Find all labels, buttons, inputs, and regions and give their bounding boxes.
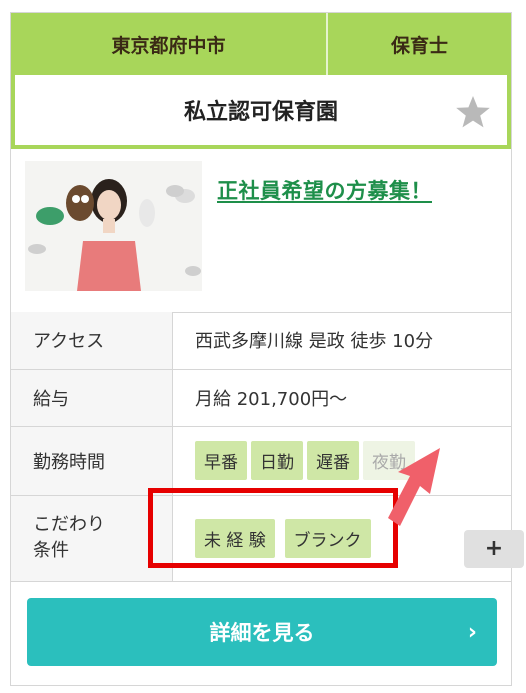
hours-label: 勤務時間 <box>11 426 173 496</box>
job-type-label: 保育士 <box>390 34 448 57</box>
job-card: 東京都府中市 保育士 私立認可保育園 正社員希望の方募集！ アクセス 西武多摩川… <box>10 12 524 686</box>
feature-tag-blank: ブランク <box>284 518 371 558</box>
hours-tag-day: 日勤 <box>251 441 303 480</box>
features-label-line2: 条件 <box>33 540 69 561</box>
title-box: 私立認可保育園 <box>11 75 511 149</box>
access-value: 西武多摩川線 是政 徒歩 10分 <box>172 312 511 370</box>
feature-tag-inexperienced: 未 経 験 <box>195 518 275 558</box>
info-row-access: アクセス 西武多摩川線 是政 徒歩 10分 <box>11 312 511 370</box>
location-label: 東京都府中市 <box>111 34 226 57</box>
view-details-label: 詳細を見る <box>209 621 315 645</box>
intro-section: 正社員希望の方募集！ <box>11 149 511 313</box>
salary-label: 給与 <box>11 369 173 427</box>
more-features-button[interactable]: + <box>464 529 524 568</box>
hours-tag-late: 遅番 <box>307 441 359 480</box>
job-headline-link[interactable]: 正社員希望の方募集！ <box>217 175 432 205</box>
salary-value: 月給 201,700円～ <box>172 369 511 427</box>
favorite-star-icon[interactable] <box>455 95 491 129</box>
info-row-salary: 給与 月給 201,700円～ <box>11 369 511 427</box>
chevron-right-icon: › <box>467 620 477 645</box>
card-header: 東京都府中市 保育士 <box>11 13 511 75</box>
hours-tag-early: 早番 <box>195 441 247 480</box>
facility-title: 私立認可保育園 <box>183 100 338 125</box>
pointer-arrow-icon <box>388 448 440 526</box>
view-details-button[interactable]: 詳細を見る › <box>27 598 497 666</box>
features-label-line1: こだわり <box>33 514 105 535</box>
access-label: アクセス <box>11 312 173 370</box>
features-label: こだわり 条件 <box>11 495 173 582</box>
staff-photo <box>25 161 202 291</box>
